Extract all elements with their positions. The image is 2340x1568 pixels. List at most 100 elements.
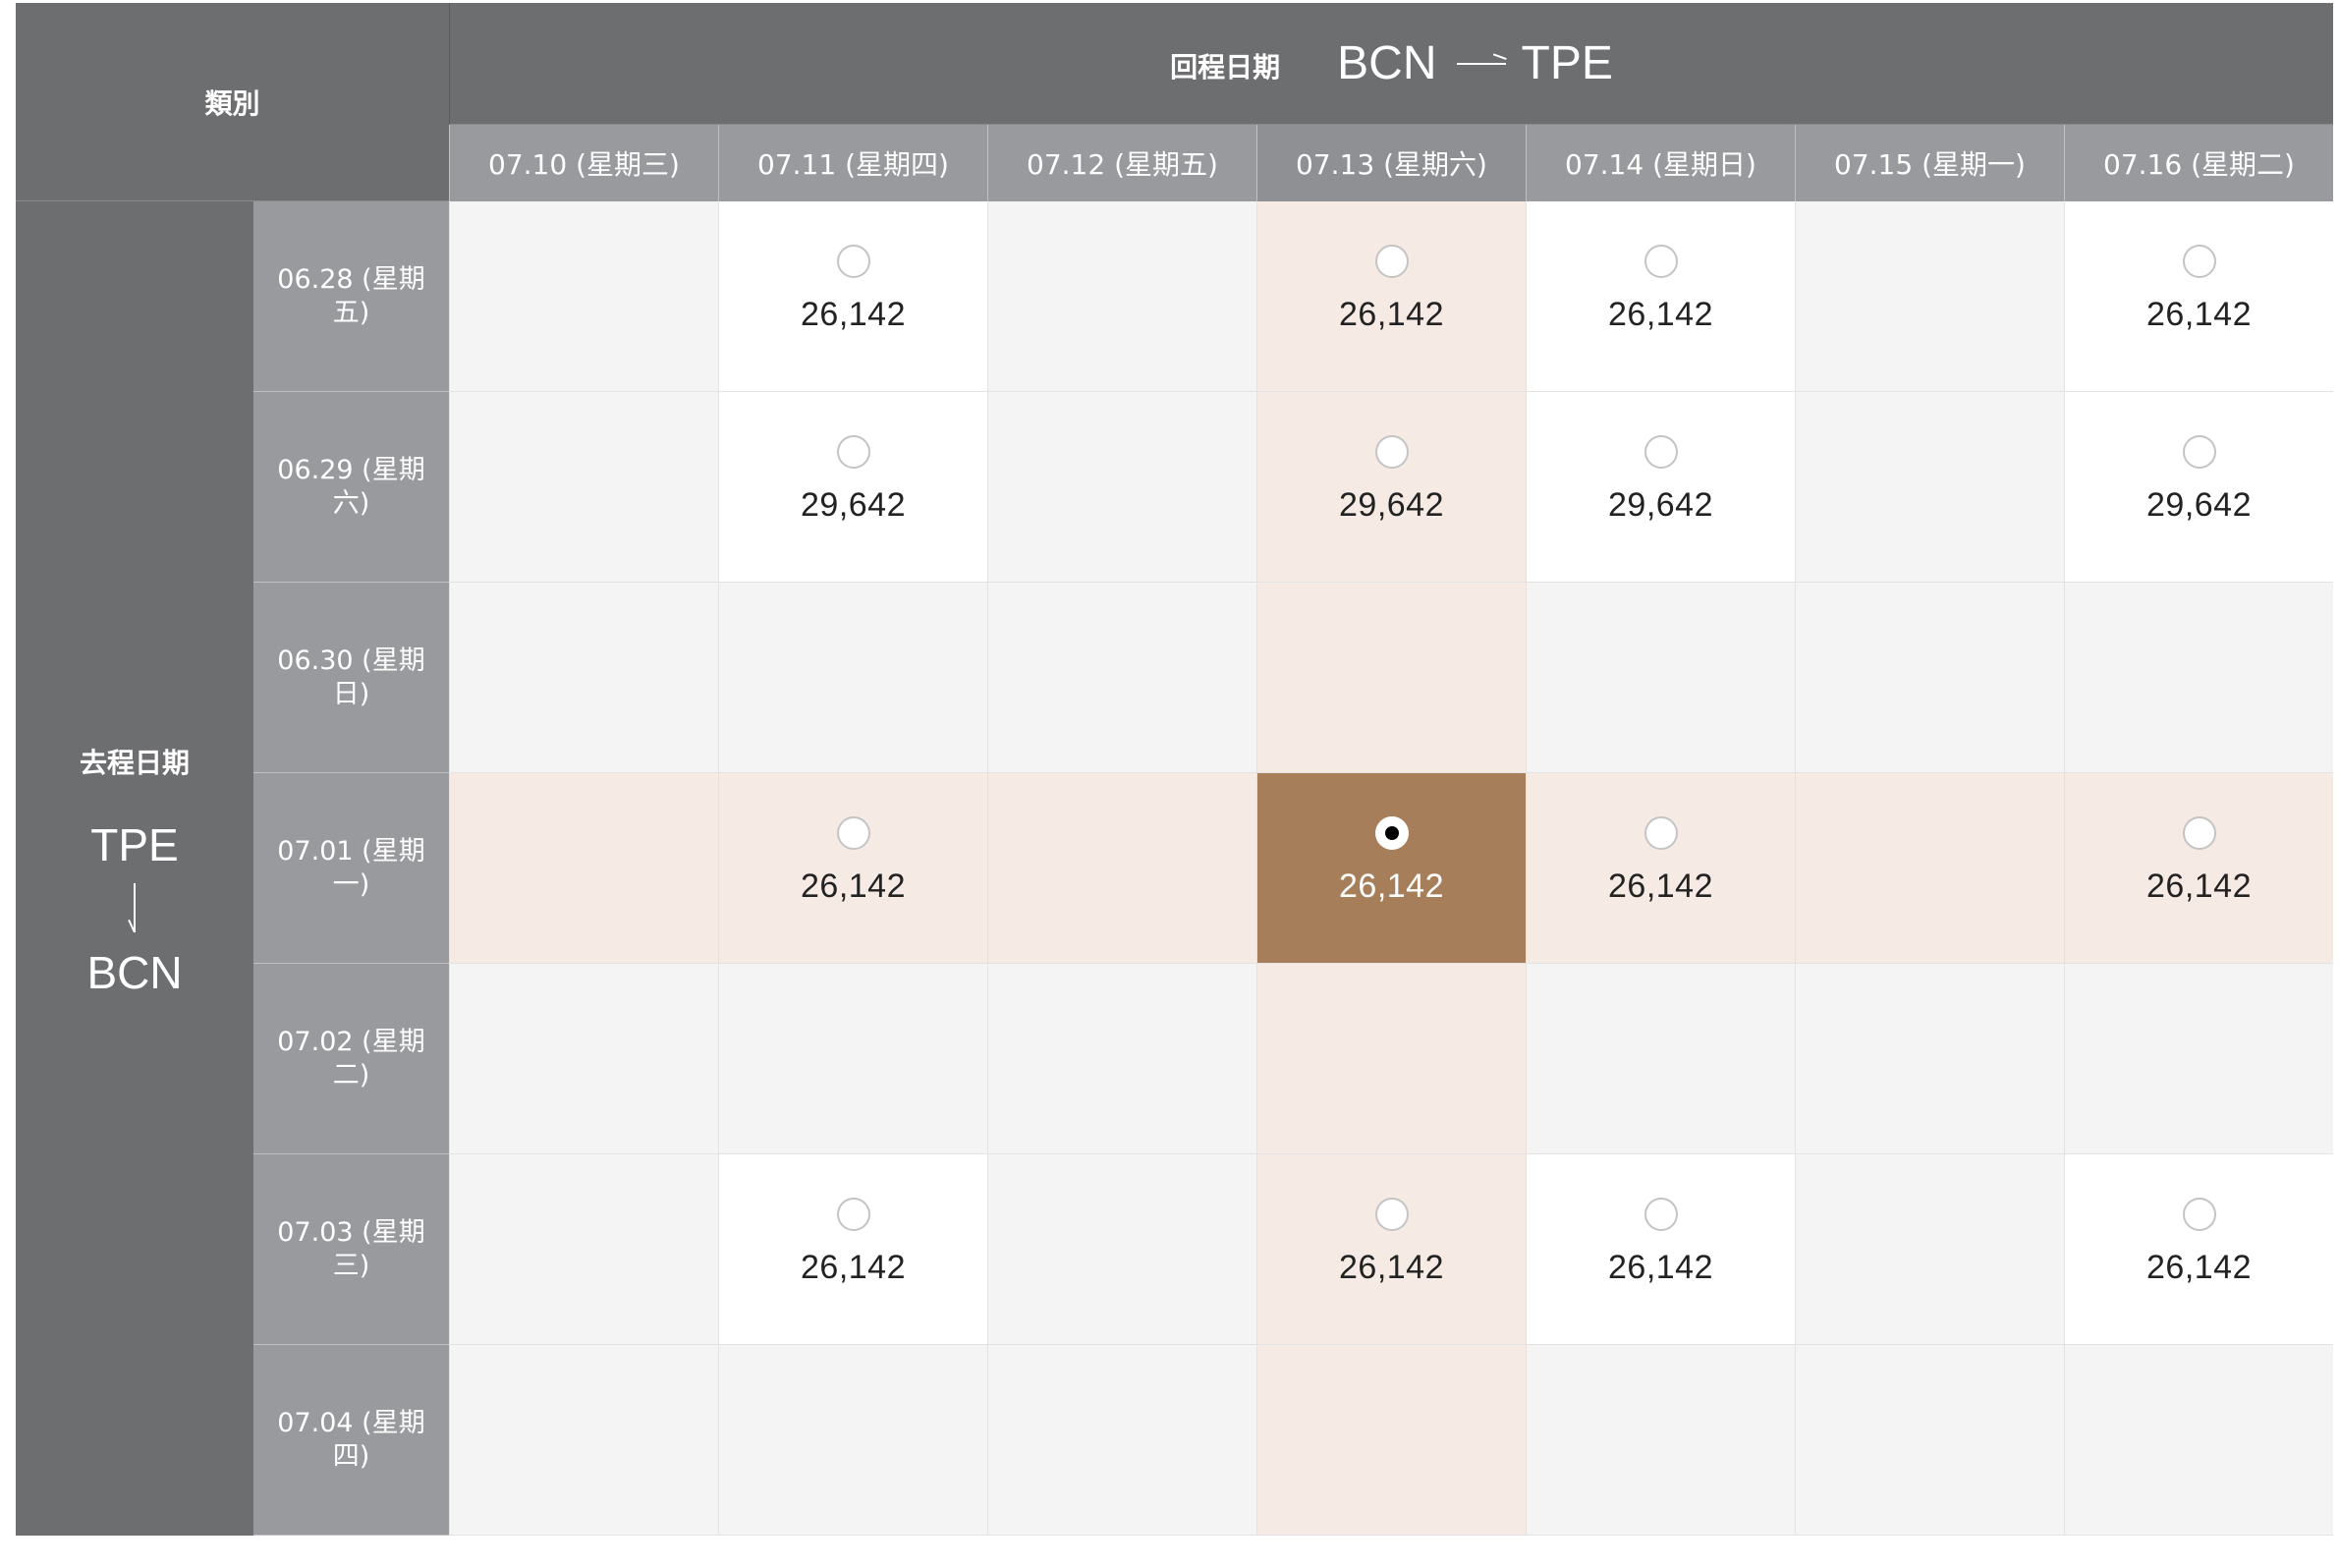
fare-price: 26,142 bbox=[1339, 868, 1444, 905]
outbound-date-label: 去程日期 bbox=[79, 747, 190, 779]
fare-radio[interactable] bbox=[836, 816, 870, 850]
fare-radio[interactable] bbox=[2182, 1198, 2216, 1231]
fare-radio[interactable] bbox=[1644, 245, 1678, 278]
fare-cell-unavailable bbox=[2064, 1345, 2333, 1536]
fare-cell[interactable]: 29,642 bbox=[1256, 392, 1526, 583]
fare-price: 26,142 bbox=[1339, 1249, 1444, 1286]
fare-cell[interactable]: 26,142 bbox=[2064, 1154, 2333, 1345]
fare-price: 26,142 bbox=[1608, 868, 1713, 905]
fare-cell-unavailable bbox=[1526, 583, 1795, 773]
fare-cell-unavailable bbox=[449, 1345, 718, 1536]
fare-cell-unavailable bbox=[987, 1345, 1256, 1536]
fare-cell-unavailable bbox=[987, 1154, 1256, 1345]
fare-radio[interactable] bbox=[1644, 1198, 1678, 1231]
fare-cell[interactable]: 29,642 bbox=[718, 392, 987, 583]
outbound-date-label: 07.04 (星期四) bbox=[277, 1407, 425, 1472]
fare-cell[interactable]: 26,142 bbox=[2064, 201, 2333, 392]
outbound-date-row-header: 06.28 (星期五) bbox=[253, 201, 449, 392]
fare-cell[interactable]: 26,142 bbox=[718, 1154, 987, 1345]
outbound-destination: BCN bbox=[86, 947, 183, 998]
fare-radio[interactable] bbox=[1374, 245, 1409, 278]
outbound-date-label: 06.29 (星期六) bbox=[277, 454, 425, 519]
fare-cell-unavailable bbox=[1256, 583, 1526, 773]
fare-radio[interactable] bbox=[2182, 816, 2216, 850]
fare-cell[interactable]: 26,142 bbox=[1256, 201, 1526, 392]
fare-cell[interactable]: 29,642 bbox=[1526, 392, 1795, 583]
fare-price: 26,142 bbox=[1339, 296, 1444, 333]
fare-price: 26,142 bbox=[2146, 296, 2252, 333]
outbound-date-row-header: 07.03 (星期三) bbox=[253, 1154, 449, 1345]
fare-price: 26,142 bbox=[801, 296, 906, 333]
fare-radio[interactable] bbox=[2182, 245, 2216, 278]
outbound-origin: TPE bbox=[90, 819, 179, 870]
fare-radio[interactable] bbox=[1374, 435, 1409, 469]
return-origin: BCN bbox=[1337, 37, 1437, 89]
fare-price: 26,142 bbox=[1608, 296, 1713, 333]
fare-radio[interactable] bbox=[1644, 435, 1678, 469]
fare-price: 29,642 bbox=[1339, 486, 1444, 524]
fare-radio[interactable] bbox=[1374, 1198, 1409, 1231]
fare-cell-unavailable bbox=[1795, 1345, 2064, 1536]
fare-cell-unavailable bbox=[1795, 392, 2064, 583]
outbound-date-label: 07.02 (星期二) bbox=[277, 1026, 425, 1091]
fare-price: 29,642 bbox=[2146, 486, 2252, 524]
fare-cell[interactable]: 26,142 bbox=[718, 201, 987, 392]
fare-cell-unavailable bbox=[718, 583, 987, 773]
outbound-date-label: 07.01 (星期一) bbox=[277, 835, 425, 900]
fare-cell[interactable]: 29,642 bbox=[2064, 392, 2333, 583]
fare-cell[interactable]: 26,142 bbox=[1526, 773, 1795, 964]
outbound-date-label: 07.03 (星期三) bbox=[277, 1216, 425, 1281]
fare-cell[interactable]: 26,142 bbox=[1256, 1154, 1526, 1345]
arrow-right-icon bbox=[1456, 58, 1506, 70]
fare-cell-unavailable bbox=[987, 201, 1256, 392]
fare-price: 26,142 bbox=[1608, 1249, 1713, 1286]
fare-radio[interactable] bbox=[836, 245, 870, 278]
fare-cell-unavailable bbox=[449, 201, 718, 392]
outbound-route: TPE BCN bbox=[86, 822, 182, 995]
fare-calendar-table: 類別 回程日期 BCN TPE 去程日期 TPE BCN 07.10 (星期三)… bbox=[16, 3, 2340, 1536]
fare-price: 29,642 bbox=[1608, 486, 1713, 524]
fare-cell-unavailable bbox=[1795, 1154, 2064, 1345]
fare-cell-unavailable bbox=[718, 1345, 987, 1536]
fare-cell-unavailable bbox=[449, 583, 718, 773]
return-date-column-header: 07.14 (星期日) bbox=[1526, 125, 1795, 201]
fare-cell-unavailable bbox=[449, 1154, 718, 1345]
outbound-date-row-header: 07.04 (星期四) bbox=[253, 1345, 449, 1536]
return-date-column-header: 07.10 (星期三) bbox=[449, 125, 718, 201]
outbound-date-row-header: 07.01 (星期一) bbox=[253, 773, 449, 964]
return-date-column-header: 07.15 (星期一) bbox=[1795, 125, 2064, 201]
fare-radio[interactable] bbox=[836, 1198, 870, 1231]
fare-cell[interactable]: 26,142 bbox=[1526, 1154, 1795, 1345]
fare-cell-unavailable bbox=[1795, 201, 2064, 392]
outbound-date-row-header: 06.29 (星期六) bbox=[253, 392, 449, 583]
return-date-column-header: 07.13 (星期六) bbox=[1256, 125, 1526, 201]
category-header: 類別 bbox=[16, 3, 449, 201]
fare-price: 26,142 bbox=[801, 868, 906, 905]
fare-cell-unavailable bbox=[987, 773, 1256, 964]
fare-cell-unavailable bbox=[987, 583, 1256, 773]
fare-cell[interactable]: 26,142 bbox=[1526, 201, 1795, 392]
outbound-date-header: 去程日期 TPE BCN bbox=[16, 201, 253, 1536]
fare-price: 26,142 bbox=[801, 1249, 906, 1286]
fare-price: 26,142 bbox=[2146, 1249, 2252, 1286]
fare-radio[interactable] bbox=[1644, 816, 1678, 850]
outbound-date-label: 06.28 (星期五) bbox=[277, 263, 425, 328]
fare-cell-unavailable bbox=[2064, 964, 2333, 1154]
outbound-date-row-header: 07.02 (星期二) bbox=[253, 964, 449, 1154]
fare-cell-unavailable bbox=[2064, 583, 2333, 773]
fare-cell-unavailable bbox=[1526, 1345, 1795, 1536]
fare-cell[interactable]: 26,142 bbox=[1256, 773, 1526, 964]
outbound-date-label: 06.30 (星期日) bbox=[277, 644, 425, 709]
fare-radio[interactable] bbox=[836, 435, 870, 469]
return-date-header: 回程日期 BCN TPE bbox=[449, 3, 2333, 125]
fare-radio-selected[interactable] bbox=[1374, 816, 1409, 850]
fare-cell-unavailable bbox=[1526, 964, 1795, 1154]
fare-cell-unavailable bbox=[1256, 964, 1526, 1154]
fare-cell[interactable]: 26,142 bbox=[718, 773, 987, 964]
fare-radio[interactable] bbox=[2182, 435, 2216, 469]
fare-cell-unavailable bbox=[1795, 773, 2064, 964]
fare-cell[interactable]: 26,142 bbox=[2064, 773, 2333, 964]
return-date-column-header: 07.16 (星期二) bbox=[2064, 125, 2333, 201]
return-date-label: 回程日期 bbox=[1170, 50, 1281, 84]
fare-cell-unavailable bbox=[1795, 583, 2064, 773]
